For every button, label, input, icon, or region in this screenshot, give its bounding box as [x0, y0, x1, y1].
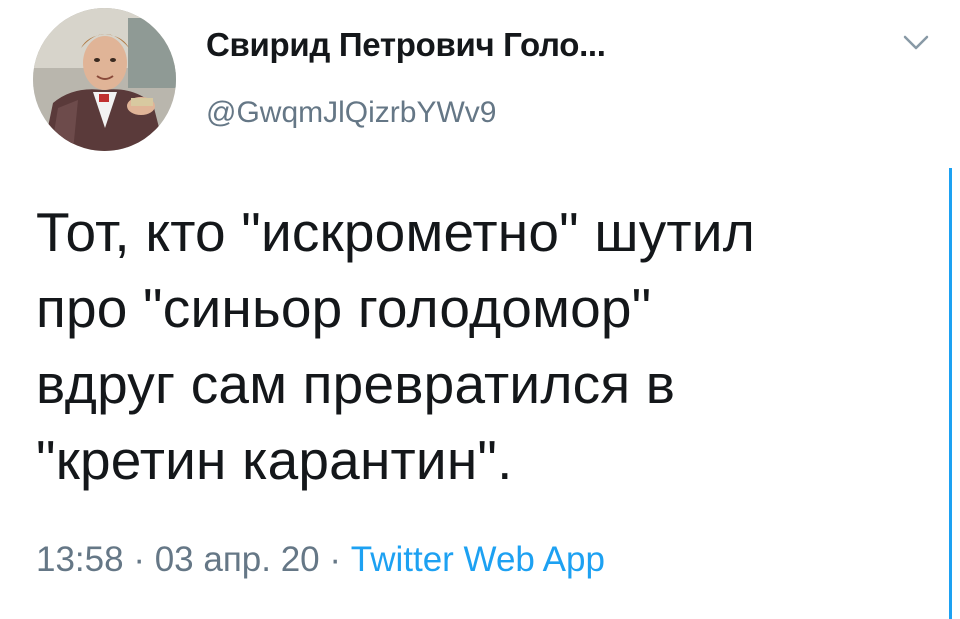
avatar[interactable]: [33, 8, 176, 151]
chevron-down-icon[interactable]: [898, 30, 934, 56]
thread-line: [949, 168, 952, 619]
tweet-source[interactable]: Twitter Web App: [351, 540, 605, 579]
author-handle[interactable]: @GwqmJlQizrbYWv9: [206, 96, 496, 130]
tweet-text: Тот, кто "искрометно" шутил про "синьор …: [36, 201, 756, 491]
author-display-name[interactable]: Свирид Петрович Голо...: [206, 26, 606, 64]
user-avatar-image: [33, 8, 176, 151]
meta-separator: ·: [329, 540, 342, 579]
meta-separator: ·: [133, 540, 145, 579]
tweet-date[interactable]: 03 апр. 20: [155, 540, 320, 579]
tweet-meta: 13:58 · 03 апр. 20 · Twitter Web App: [36, 540, 605, 580]
tweet-time[interactable]: 13:58: [36, 540, 124, 579]
